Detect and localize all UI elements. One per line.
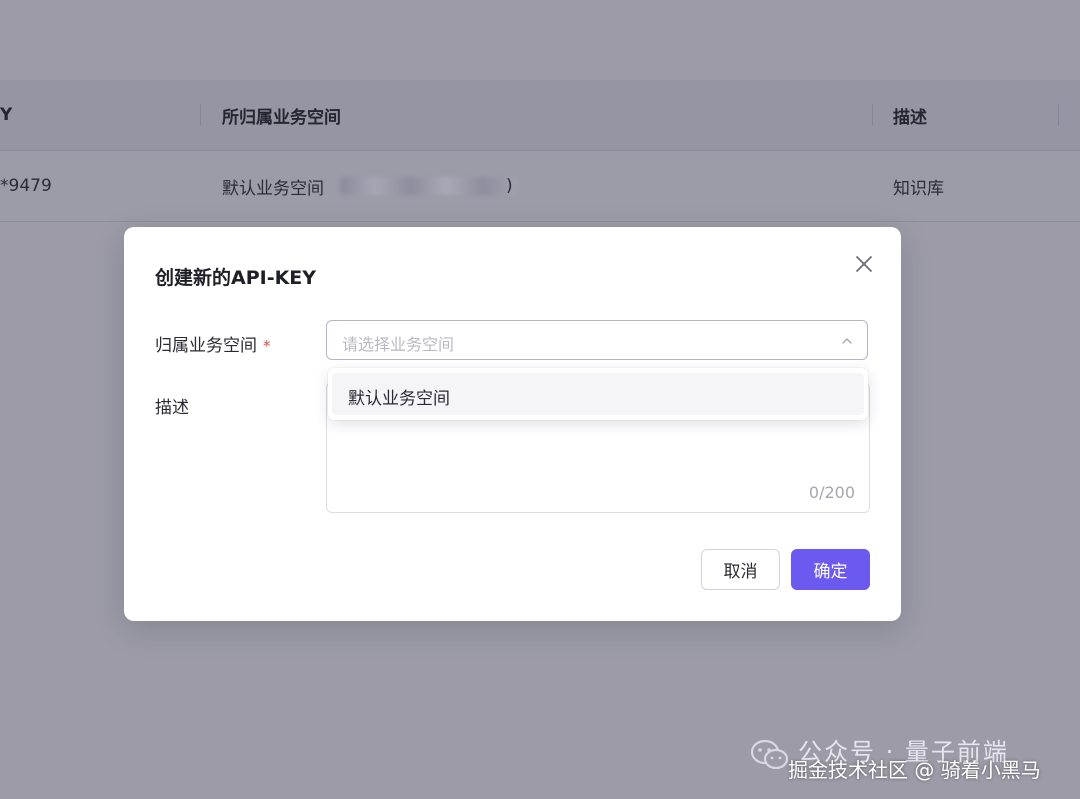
close-icon	[856, 256, 872, 272]
column-separator	[200, 104, 201, 126]
cell-key: *9479	[0, 176, 52, 196]
cell-description: 知识库	[893, 178, 944, 199]
dialog-title: 创建新的API-KEY	[155, 267, 317, 289]
dropdown-option-label: 默认业务空间	[348, 389, 450, 409]
dropdown-option-default-workspace[interactable]: 默认业务空间	[332, 373, 864, 415]
table-row: *9479 默认业务空间 ) 知识库	[0, 151, 1080, 222]
required-mark: *	[263, 337, 271, 355]
header-description: 描述	[893, 107, 927, 128]
watermark: 公众号 · 量子前端 掘金技术社区 @ 骑着小黑马	[746, 730, 1066, 790]
workspace-select-placeholder: 请选择业务空间	[342, 335, 455, 354]
workspace-label: 归属业务空间 *	[155, 331, 271, 356]
workspace-select[interactable]: 请选择业务空间	[326, 320, 868, 360]
description-label: 描述	[155, 398, 189, 418]
char-count: 0/200	[808, 483, 855, 502]
header-key: Y	[0, 105, 13, 125]
chevron-up-icon	[842, 338, 852, 344]
close-button[interactable]	[850, 250, 878, 278]
background-table: Y 所归属业务空间 描述 *9479 默认业务空间 ) 知识库	[0, 80, 1080, 222]
cell-workspace-suffix: )	[506, 176, 513, 196]
create-api-key-dialog: 创建新的API-KEY 归属业务空间 * 请选择业务空间 描述 0/200 默认业…	[124, 227, 901, 621]
redacted-text	[340, 177, 518, 195]
cell-workspace: 默认业务空间	[222, 178, 324, 199]
column-separator	[1058, 104, 1059, 126]
cancel-button[interactable]: 取消	[701, 549, 780, 590]
header-workspace: 所归属业务空间	[222, 107, 341, 128]
confirm-button[interactable]: 确定	[791, 549, 870, 590]
column-separator	[872, 104, 873, 126]
workspace-label-text: 归属业务空间	[155, 336, 257, 356]
workspace-dropdown: 默认业务空间	[328, 368, 868, 420]
watermark-line2: 掘金技术社区 @ 骑着小黑马	[788, 758, 1041, 782]
wechat-icon	[750, 739, 789, 770]
table-header-row: Y 所归属业务空间 描述	[0, 80, 1080, 151]
